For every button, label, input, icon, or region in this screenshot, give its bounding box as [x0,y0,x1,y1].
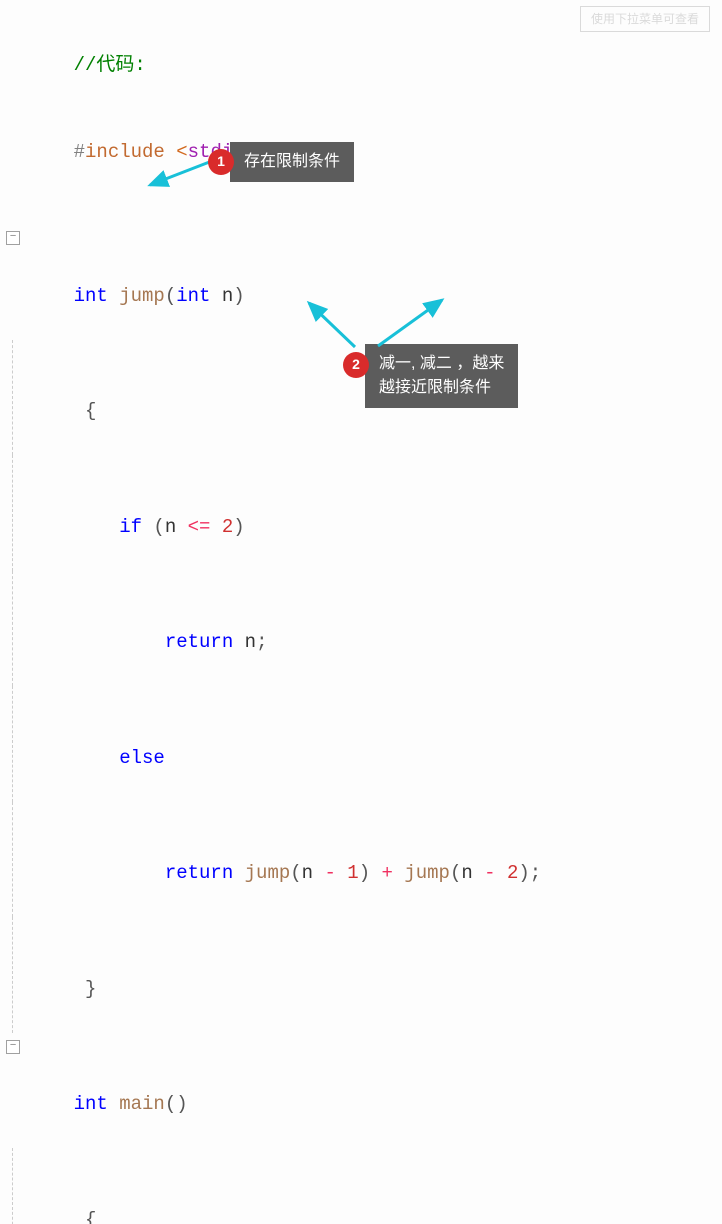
func-name: jump [108,285,165,307]
ident: n [233,631,256,653]
keyword: int [176,285,210,307]
operator: - [324,862,335,884]
callout-badge-2: 2 [343,352,369,378]
ident: n [302,862,325,884]
func-name: jump [233,862,290,884]
fold-button[interactable]: − [6,1040,20,1054]
callout-2: 2 减一, 减二 ，越来 越接近限制条件 [343,344,518,408]
comment-text: //代码: [74,54,146,76]
callout-bubble-2: 减一, 减二 ，越来 越接近限制条件 [365,344,518,408]
operator: <= [188,516,211,538]
code-editor: //代码: #include <stdio.h> − int jump(int … [0,0,722,1224]
punct: () [165,1093,188,1115]
angle-bracket: < [165,141,188,163]
code-line: #include <stdio.h> [6,109,722,196]
punct: ) [359,862,370,884]
number: 2 [507,862,518,884]
keyword: else [74,747,165,769]
brace: { [74,400,97,422]
code-line: if (n <= 2) [6,455,722,571]
fold-button[interactable]: − [6,231,20,245]
punct: ( [450,862,461,884]
keyword: return [74,631,234,653]
punct: ; [530,862,541,884]
number: 1 [347,862,358,884]
preproc: include [85,141,165,163]
brace: { [74,1209,97,1224]
number: 2 [222,516,233,538]
fold-guide [12,455,13,571]
ident: n [461,862,484,884]
code-line: return jump(n - 1) + jump(n - 2); [6,802,722,918]
punct: ( [142,516,165,538]
space [496,862,507,884]
fold-guide [12,802,13,918]
punct: ; [256,631,267,653]
ident: n [210,285,233,307]
keyword: int [74,285,108,307]
fold-guide [12,1148,13,1224]
keyword: return [74,862,234,884]
punct: ) [518,862,529,884]
operator: + [370,862,404,884]
code-line: − int main() [6,1033,722,1149]
punct: ) [233,285,244,307]
space [210,516,221,538]
func-name: main [108,1093,165,1115]
operator: - [484,862,495,884]
keyword: if [74,516,142,538]
callout-bubble-1: 存在限制条件 [230,142,354,182]
func-name: jump [404,862,450,884]
callout-badge-1: 1 [208,149,234,175]
code-line: − int jump(int n) [6,224,722,340]
code-line: } [6,917,722,1033]
punct: ( [290,862,301,884]
fold-guide [12,571,13,687]
callout-1: 1 存在限制条件 [208,142,354,182]
keyword: int [74,1093,108,1115]
fold-guide [12,340,13,456]
code-line: else [6,686,722,802]
code-line: //代码: [6,22,722,109]
ident: n [165,516,188,538]
code-line: { [6,1148,722,1224]
code-line: return n; [6,571,722,687]
punct: ( [165,285,176,307]
brace: } [74,978,97,1000]
preproc: # [74,141,85,163]
space [336,862,347,884]
blank-line [6,195,722,224]
punct: ) [233,516,244,538]
fold-guide [12,686,13,802]
fold-guide [12,917,13,1033]
